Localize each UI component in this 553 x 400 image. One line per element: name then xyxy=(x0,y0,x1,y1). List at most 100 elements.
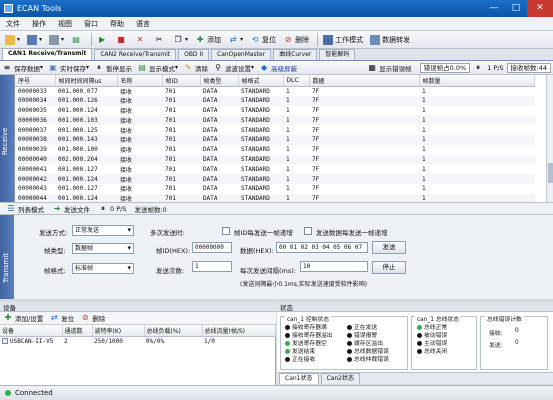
device-delete-button[interactable]: ⊘ 删除 xyxy=(80,313,105,323)
frame-type-select[interactable]: 数据帧 xyxy=(72,243,134,254)
work-mode-button[interactable]: 工作模式 xyxy=(321,33,365,47)
menu-view[interactable]: 视图 xyxy=(52,17,78,31)
table-row[interactable]: 00000044 001.000.124 接收 701 DATA STANDARD 1 7F 1 xyxy=(15,193,535,202)
maximize-button[interactable]: □ xyxy=(505,0,527,17)
cell: 701 xyxy=(162,154,200,165)
tab-obd2[interactable]: OBD II xyxy=(178,49,209,60)
col-interval[interactable]: 帧间时间间隔us xyxy=(55,75,118,87)
device-checkbox[interactable] xyxy=(2,338,8,345)
send-mode-label: 发送方式: xyxy=(39,229,68,237)
tab-can1-status[interactable]: Can1状态 xyxy=(279,373,319,384)
menu-operate[interactable]: 操作 xyxy=(26,17,52,31)
table-row[interactable]: 00000039 001.000.100 接收 701 DATA STANDARD 1 7F 1 xyxy=(15,145,535,155)
send-times-input[interactable]: 1 xyxy=(192,261,232,272)
col-data[interactable]: 数据 xyxy=(309,75,420,87)
col-baud[interactable]: 波特率(K) xyxy=(92,325,145,337)
tab-can2[interactable]: CAN2 Receive/Transmit xyxy=(94,49,177,60)
table-row[interactable]: 00000038 001.000.143 接收 701 DATA STANDARD 1 7F 1 xyxy=(15,134,535,145)
send-button[interactable]: 发送 xyxy=(372,241,406,254)
arrows-button[interactable]: ⇄ ▾ xyxy=(226,33,245,47)
open-button[interactable]: ▾ xyxy=(3,33,22,47)
realtime-save-button[interactable]: ▣ 实时保存 ▾ xyxy=(48,63,89,73)
menu-help[interactable]: 帮助 xyxy=(104,17,130,31)
table-row[interactable]: 00000041 001.000.127 接收 701 DATA STANDARD 1 7F 1 xyxy=(15,164,535,174)
tab-can1[interactable]: CAN1 Receive/Transmit xyxy=(2,48,93,60)
cell: 接收 xyxy=(120,127,133,135)
data-forward-button[interactable]: 数据转发 xyxy=(368,33,412,47)
clear-button[interactable]: ✎ 清除 xyxy=(183,63,208,73)
pause-icon[interactable]: ⏸ xyxy=(473,63,483,73)
delete-button[interactable]: ⊘ 删除 xyxy=(281,33,311,47)
col-name[interactable]: 名称 xyxy=(117,75,163,87)
device-row[interactable]: USBCAN-II-V5 2 250/1000 0%/0% 1/0 xyxy=(0,336,276,346)
filter-settings-button[interactable]: ⚲ 滤波设置 ▾ xyxy=(213,63,254,73)
pause-icon[interactable]: ⏸ xyxy=(98,204,108,214)
device-button[interactable]: ▾ xyxy=(47,33,66,47)
display-mode-button[interactable]: ▤ 显示模式 ▾ xyxy=(137,63,178,73)
send-file-button[interactable]: ➜ 发送文件 xyxy=(52,204,90,214)
table-row[interactable]: 00000037 001.000.125 接收 701 DATA STANDARD 1 7F 1 xyxy=(15,125,535,135)
add-button[interactable]: ✚ 添加 xyxy=(193,33,223,47)
stop-button[interactable]: 停止 xyxy=(372,261,406,274)
copy-button[interactable]: ❐ ▾ xyxy=(171,33,190,47)
advanced-screen-button[interactable]: ◆ 高级屏蔽 xyxy=(259,63,297,73)
data-increment-checkbox[interactable] xyxy=(304,227,312,235)
col-dlc[interactable]: DLC xyxy=(283,75,310,87)
data-input[interactable]: 00 01 02 03 04 05 06 07 xyxy=(276,242,368,253)
frame-id-label: 帧ID(HEX): xyxy=(156,247,191,255)
table-row[interactable]: 00000040 002.000.264 接收 701 DATA STANDARD 1 7F 1 xyxy=(15,154,535,165)
save-data-button[interactable]: ≡ 保存数据 ▾ xyxy=(2,63,43,73)
cut-button[interactable]: ✂ xyxy=(152,33,168,47)
col-index[interactable]: 序号 xyxy=(15,75,56,87)
col-channels[interactable]: 通道数 xyxy=(62,325,93,337)
table-row[interactable]: 00000042 001.000.124 接收 701 DATA STANDARD 1 7F 1 xyxy=(15,174,535,184)
col-bus-traffic[interactable]: 总线流量(帧/S) xyxy=(202,325,276,337)
send-mode-select[interactable]: 正常发送 xyxy=(72,225,134,236)
frame-id-input[interactable]: 00000000 xyxy=(192,242,232,253)
tab-canopen-master[interactable]: CanOpenMaster xyxy=(211,49,272,60)
play-button[interactable]: ▶ xyxy=(95,33,111,47)
reset-button[interactable]: ⟲ 复位 xyxy=(248,33,278,47)
col-frame-count[interactable]: 帧数量 xyxy=(419,75,535,87)
id-increment-checkbox[interactable] xyxy=(222,227,230,235)
arrows-icon: ⇄ xyxy=(50,313,58,322)
col-bus-load[interactable]: 总线负载(%) xyxy=(144,325,203,337)
show-error-frames-toggle[interactable]: ▦ 显示错误帧 xyxy=(367,63,411,73)
cell: STANDARD xyxy=(241,165,270,173)
chart-button[interactable]: ▤ xyxy=(69,33,85,47)
cell: 00000035 xyxy=(18,106,47,114)
table-row[interactable]: 00000043 001.000.127 接收 701 DATA STANDARD 1 7F 1 xyxy=(15,184,535,194)
cell: DATA xyxy=(200,95,238,106)
pause-display-button[interactable]: ⏸ 暂停显示 xyxy=(94,63,132,73)
minimize-button[interactable]: — xyxy=(483,0,505,17)
col-frame-format[interactable]: 帧格式 xyxy=(238,75,284,87)
table-row[interactable]: 00000033 001.000.077 接收 701 DATA STANDARD 1 7F 1 xyxy=(15,86,535,96)
table-row[interactable]: 00000036 001.000.103 接收 701 DATA STANDARD 1 7F 1 xyxy=(15,115,535,126)
cell: USBCAN-II-V5 xyxy=(0,336,62,346)
grid-scrollbar[interactable] xyxy=(546,75,553,202)
cell: STANDARD xyxy=(241,87,270,95)
frame-format-select[interactable]: 标准帧 xyxy=(72,263,134,274)
menu-language[interactable]: 语言 xyxy=(130,17,156,31)
tab-smart-decode[interactable]: 智能解码 xyxy=(319,49,356,60)
stop-button[interactable]: ■ xyxy=(114,33,130,47)
menu-file[interactable]: 文件 xyxy=(0,17,26,31)
remove-button[interactable]: ✕ xyxy=(133,33,149,47)
col-frame-id[interactable]: 帧ID xyxy=(162,75,201,87)
scrollbar-thumb[interactable] xyxy=(548,163,553,183)
col-device[interactable]: 设备 xyxy=(0,325,63,337)
tab-curve[interactable]: 曲线Curver xyxy=(273,49,318,60)
cell: 接收 xyxy=(120,147,133,155)
table-row[interactable]: 00000035 001.000.124 接收 701 DATA STANDARD 1 7F 1 xyxy=(15,106,535,116)
save-button[interactable]: ▾ xyxy=(25,33,44,47)
add-settings-button[interactable]: ✚ 添加/设置 xyxy=(3,313,44,323)
menu-window[interactable]: 窗口 xyxy=(78,17,104,31)
col-frame-type[interactable]: 帧类型 xyxy=(200,75,239,87)
tab-can2-status[interactable]: Can2状态 xyxy=(320,373,360,384)
device-reset-button[interactable]: ⇄ 复位 xyxy=(49,313,74,323)
close-button[interactable]: ✕ xyxy=(527,0,553,17)
window-title: ECAN Tools xyxy=(17,4,62,13)
list-mode-button[interactable]: ☰ 列表模式 xyxy=(6,204,44,214)
table-row[interactable]: 00000034 001.000.126 接收 701 DATA STANDARD 1 7F 1 xyxy=(15,95,535,106)
interval-input[interactable]: 10 xyxy=(300,261,368,272)
